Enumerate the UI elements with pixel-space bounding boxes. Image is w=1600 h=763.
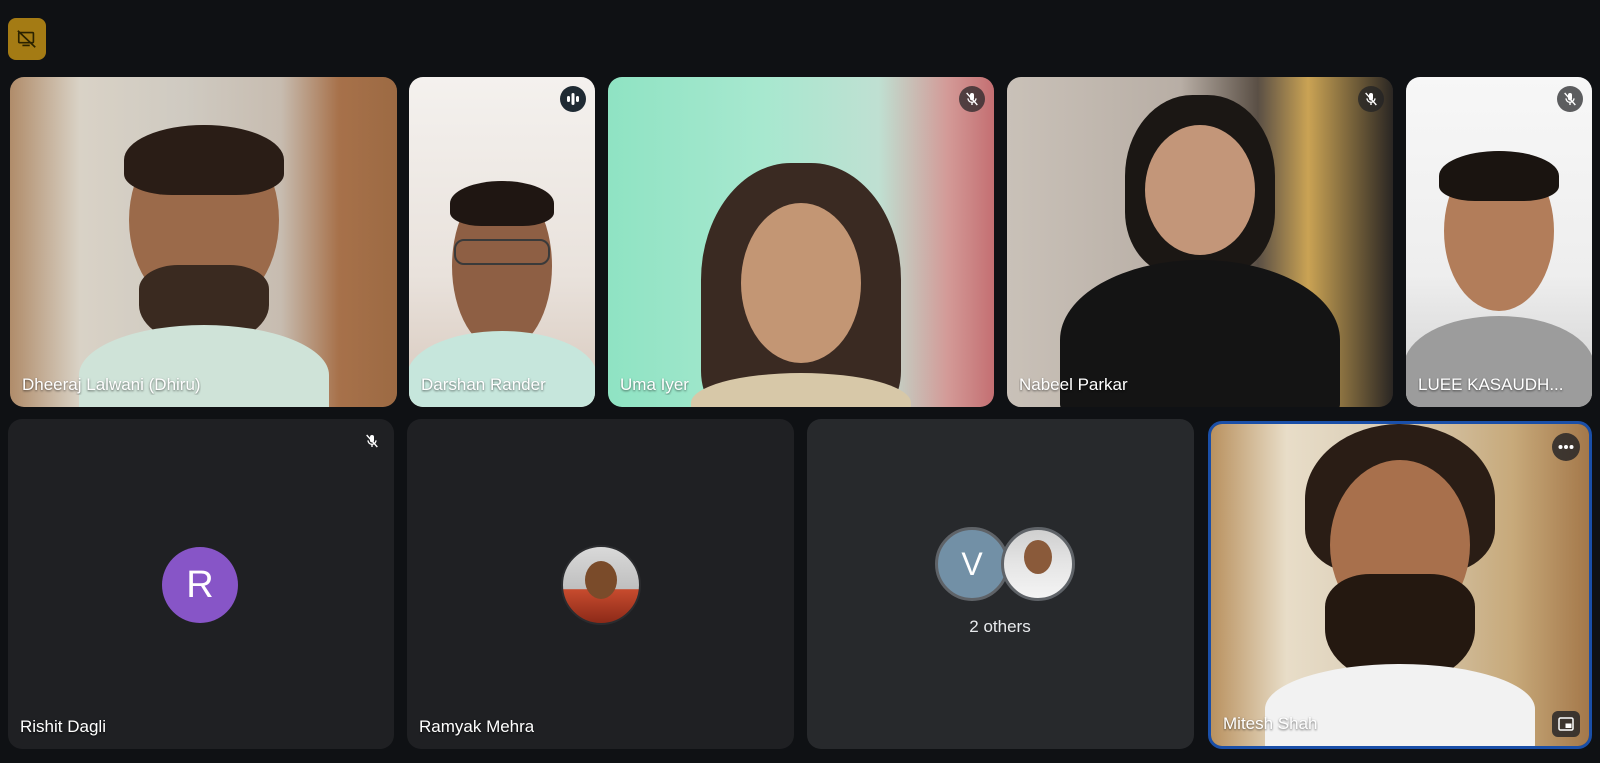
mic-off-icon: [1564, 92, 1576, 106]
meeting-grid: Dheeraj Lalwani (Dhiru) Darshan Rander U…: [0, 0, 1600, 763]
presentation-status-button[interactable]: [8, 18, 46, 60]
participant-name: Darshan Rander: [421, 375, 546, 394]
participant-video: [409, 77, 595, 407]
participant-name: Dheeraj Lalwani (Dhiru): [22, 375, 201, 394]
avatar-letter: V: [961, 545, 983, 582]
participant-tile[interactable]: Uma Iyer: [608, 77, 994, 407]
participant-tile[interactable]: Darshan Rander: [409, 77, 595, 407]
participant-name: Rishit Dagli: [20, 717, 106, 736]
participant-tile[interactable]: Ramyak Mehra: [407, 419, 794, 749]
others-avatars: V: [935, 527, 1075, 601]
avatar: V: [935, 527, 1009, 601]
participant-name: Mitesh Shah: [1223, 714, 1318, 733]
participant-name: LUEE KASAUDH...: [1418, 375, 1564, 394]
participant-video: [10, 77, 397, 407]
avatar-letter: R: [186, 563, 214, 606]
more-options-button[interactable]: [1552, 433, 1580, 461]
participant-tile[interactable]: Dheeraj Lalwani (Dhiru): [10, 77, 397, 407]
participant-tile[interactable]: LUEE KASAUDH...: [1406, 77, 1592, 407]
muted-indicator: [1358, 86, 1384, 112]
speaking-indicator: [560, 86, 586, 112]
mic-off-icon: [966, 92, 978, 106]
audio-level-icon: [567, 93, 579, 105]
participant-tile[interactable]: Nabeel Parkar: [1007, 77, 1393, 407]
more-horizontal-icon: [1558, 445, 1574, 449]
mic-off-icon: [1365, 92, 1377, 106]
self-tile[interactable]: Mitesh Shah: [1208, 421, 1592, 749]
others-count-label: 2 others: [969, 617, 1031, 636]
participant-video: [608, 77, 994, 407]
participant-name: Nabeel Parkar: [1019, 375, 1128, 394]
muted-indicator: [359, 428, 385, 454]
others-tile[interactable]: V 2 others: [807, 419, 1194, 749]
avatar: [1001, 527, 1075, 601]
participant-video: [1406, 77, 1592, 407]
participant-tile[interactable]: R Rishit Dagli: [8, 419, 394, 749]
picture-in-picture-button[interactable]: [1552, 711, 1580, 737]
participant-video: [1007, 77, 1393, 407]
participant-video: [1211, 424, 1589, 746]
picture-in-picture-icon: [1558, 717, 1574, 731]
participant-name: Ramyak Mehra: [419, 717, 535, 736]
no-screen-share-icon: [17, 30, 36, 48]
avatar: R: [162, 547, 238, 623]
muted-indicator: [959, 86, 985, 112]
avatar: [561, 545, 641, 625]
muted-indicator: [1557, 86, 1583, 112]
mic-off-icon: [366, 434, 378, 448]
participant-name: Uma Iyer: [620, 375, 689, 394]
